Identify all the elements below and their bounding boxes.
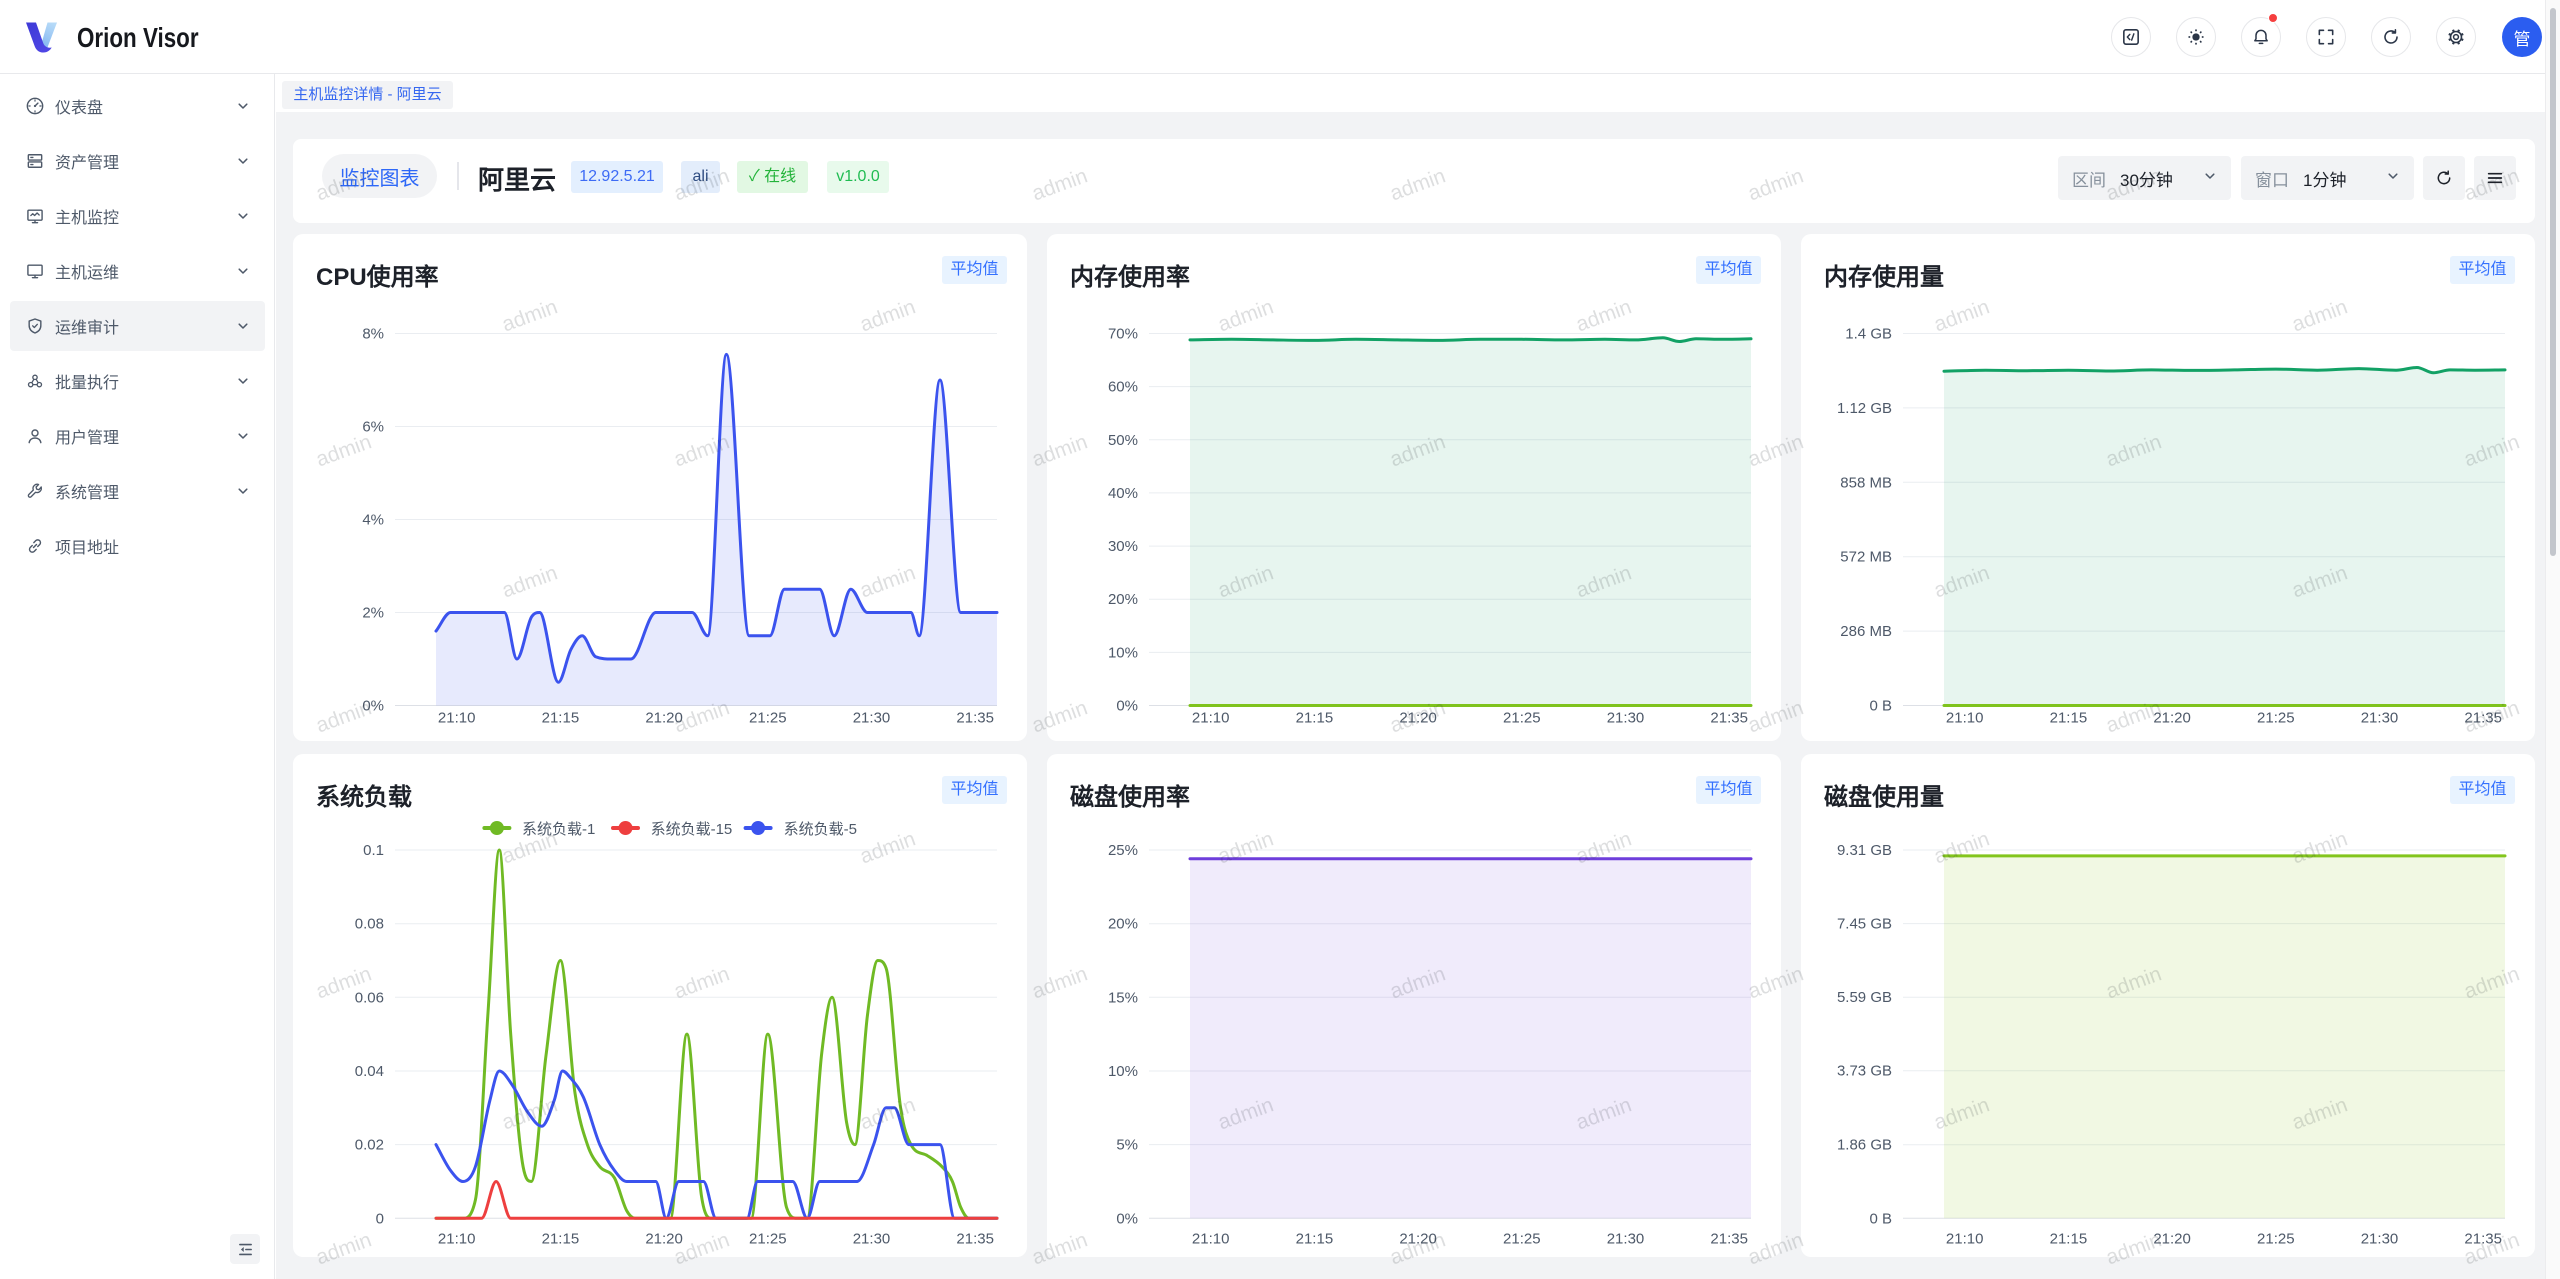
svg-text:21:35: 21:35 [956,710,994,727]
svg-text:21:10: 21:10 [1192,710,1230,727]
svg-text:8%: 8% [362,326,384,343]
svg-text:10%: 10% [1108,1063,1138,1080]
svg-text:1.86 GB: 1.86 GB [1837,1137,1892,1154]
svg-text:系统负载-15: 系统负载-15 [651,821,733,838]
svg-text:21:35: 21:35 [1710,1231,1748,1248]
svg-text:40%: 40% [1108,485,1138,502]
svg-text:21:15: 21:15 [1296,1231,1334,1248]
svg-text:70%: 70% [1108,326,1138,343]
svg-text:21:30: 21:30 [2361,710,2399,727]
svg-text:21:10: 21:10 [1946,1231,1984,1248]
svg-text:0%: 0% [1116,1210,1138,1227]
svg-text:572 MB: 572 MB [1840,549,1892,566]
svg-text:21:25: 21:25 [1503,1231,1541,1248]
svg-text:21:20: 21:20 [2153,710,2191,727]
svg-text:858 MB: 858 MB [1840,474,1892,491]
svg-text:21:20: 21:20 [1399,710,1437,727]
svg-text:21:30: 21:30 [1607,1231,1645,1248]
svg-text:60%: 60% [1108,379,1138,396]
svg-text:21:15: 21:15 [1296,710,1334,727]
svg-text:9.31 GB: 9.31 GB [1837,842,1892,859]
svg-text:0.04: 0.04 [355,1063,384,1080]
svg-text:21:10: 21:10 [438,710,476,727]
svg-text:21:15: 21:15 [2050,710,2088,727]
svg-text:4%: 4% [362,512,384,529]
svg-text:5%: 5% [1116,1137,1138,1154]
svg-text:0.1: 0.1 [363,842,384,859]
svg-text:21:30: 21:30 [853,710,891,727]
svg-text:21:30: 21:30 [853,1231,891,1248]
svg-text:0%: 0% [1116,698,1138,715]
svg-text:0.08: 0.08 [355,916,384,933]
svg-text:21:15: 21:15 [542,1231,580,1248]
svg-text:21:20: 21:20 [645,1231,683,1248]
svg-text:21:25: 21:25 [2257,1231,2295,1248]
svg-text:21:35: 21:35 [2464,1231,2502,1248]
svg-text:1.4 GB: 1.4 GB [1845,326,1892,343]
svg-text:20%: 20% [1108,591,1138,608]
svg-text:21:30: 21:30 [2361,1231,2399,1248]
svg-text:0 B: 0 B [1869,698,1892,715]
svg-text:0: 0 [376,1210,384,1227]
svg-text:286 MB: 286 MB [1840,623,1892,640]
svg-text:21:35: 21:35 [956,1231,994,1248]
svg-text:0 B: 0 B [1869,1210,1892,1227]
svg-text:21:20: 21:20 [2153,1231,2191,1248]
svg-text:25%: 25% [1108,842,1138,859]
svg-text:5.59 GB: 5.59 GB [1837,989,1892,1006]
svg-text:21:20: 21:20 [1399,1231,1437,1248]
svg-text:21:25: 21:25 [749,710,787,727]
svg-text:21:25: 21:25 [1503,710,1541,727]
svg-text:7.45 GB: 7.45 GB [1837,916,1892,933]
svg-text:50%: 50% [1108,432,1138,449]
svg-text:21:10: 21:10 [1192,1231,1230,1248]
svg-text:10%: 10% [1108,644,1138,661]
svg-text:21:10: 21:10 [438,1231,476,1248]
svg-text:30%: 30% [1108,538,1138,555]
svg-text:20%: 20% [1108,916,1138,933]
svg-text:1.12 GB: 1.12 GB [1837,400,1892,417]
svg-text:2%: 2% [362,605,384,622]
svg-text:21:35: 21:35 [2464,710,2502,727]
svg-text:0.06: 0.06 [355,989,384,1006]
svg-text:21:10: 21:10 [1946,710,1984,727]
svg-text:21:15: 21:15 [542,710,580,727]
svg-text:21:15: 21:15 [2050,1231,2088,1248]
svg-text:系统负载-1: 系统负载-1 [522,821,595,838]
svg-text:0.02: 0.02 [355,1137,384,1154]
svg-text:21:35: 21:35 [1710,710,1748,727]
svg-text:0%: 0% [362,698,384,715]
svg-text:21:25: 21:25 [2257,710,2295,727]
svg-text:6%: 6% [362,419,384,436]
svg-text:21:20: 21:20 [645,710,683,727]
svg-text:21:30: 21:30 [1607,710,1645,727]
svg-text:3.73 GB: 3.73 GB [1837,1063,1892,1080]
svg-text:21:25: 21:25 [749,1231,787,1248]
svg-text:15%: 15% [1108,989,1138,1006]
svg-text:系统负载-5: 系统负载-5 [784,821,857,838]
